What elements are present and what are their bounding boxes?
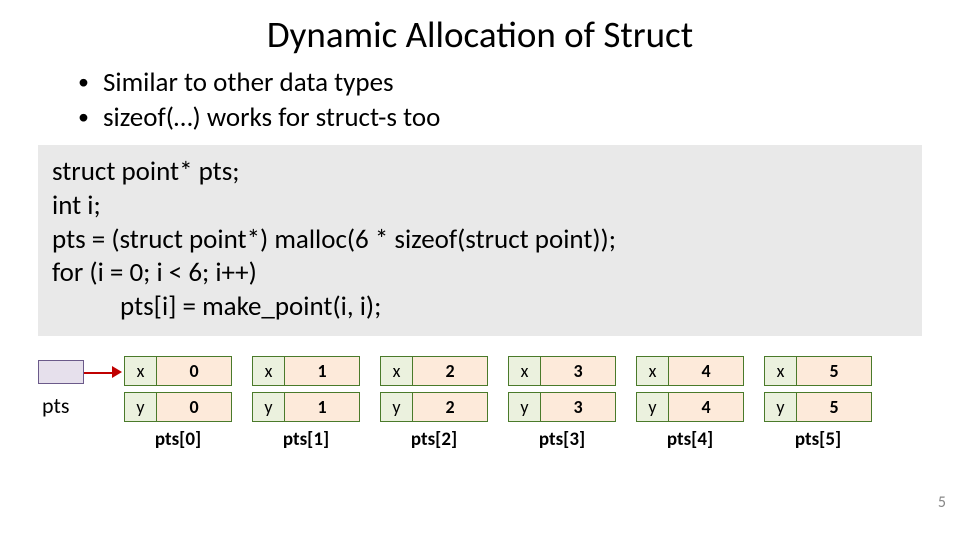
memory-diagram: pts x0 y0 pts[0] x1 y1 pts[1] x2 y2 pts[… bbox=[0, 352, 960, 482]
code-block: struct point* pts; int i; pts = (struct … bbox=[38, 145, 922, 336]
field-label: y bbox=[125, 393, 157, 421]
field-value: 0 bbox=[157, 393, 231, 421]
field-label: y bbox=[765, 393, 797, 421]
field-value: 4 bbox=[669, 357, 743, 385]
field-label: x bbox=[253, 357, 285, 385]
arrow-head-icon bbox=[112, 366, 122, 378]
struct-cell: x0 y0 bbox=[124, 356, 232, 428]
bullet-dot-icon: • bbox=[78, 68, 89, 97]
field-value: 1 bbox=[285, 393, 359, 421]
struct-caption: pts[2] bbox=[380, 428, 488, 451]
code-line: struct point* pts; bbox=[52, 155, 908, 189]
field-value: 0 bbox=[157, 357, 231, 385]
field-label: x bbox=[509, 357, 541, 385]
arrow-icon bbox=[84, 372, 114, 374]
field-label: x bbox=[381, 357, 413, 385]
struct-caption: pts[1] bbox=[252, 428, 360, 451]
bullet-item: • Similar to other data types bbox=[78, 65, 960, 100]
struct-cell: x2 y2 bbox=[380, 356, 488, 428]
field-label: y bbox=[381, 393, 413, 421]
bullet-text: sizeof(…) works for struct-s too bbox=[103, 100, 440, 135]
code-line: int i; bbox=[52, 189, 908, 223]
code-line: for (i = 0; i < 6; i++) bbox=[52, 256, 908, 290]
field-value: 5 bbox=[797, 393, 871, 421]
field-value: 1 bbox=[285, 357, 359, 385]
code-line: pts[i] = make_point(i, i); bbox=[52, 290, 908, 324]
field-label: x bbox=[637, 357, 669, 385]
field-label: y bbox=[253, 393, 285, 421]
bullet-list: • Similar to other data types • sizeof(…… bbox=[0, 65, 960, 135]
struct-caption: pts[0] bbox=[124, 428, 232, 451]
field-value: 3 bbox=[541, 393, 615, 421]
field-value: 2 bbox=[413, 393, 487, 421]
struct-cell: x1 y1 bbox=[252, 356, 360, 428]
bullet-dot-icon: • bbox=[78, 103, 89, 132]
struct-caption: pts[3] bbox=[508, 428, 616, 451]
slide-title: Dynamic Allocation of Struct bbox=[0, 0, 960, 65]
struct-caption: pts[5] bbox=[764, 428, 872, 451]
pointer-label: pts bbox=[42, 392, 69, 419]
struct-cell: x3 y3 bbox=[508, 356, 616, 428]
field-value: 4 bbox=[669, 393, 743, 421]
bullet-item: • sizeof(…) works for struct-s too bbox=[78, 100, 960, 135]
field-value: 5 bbox=[797, 357, 871, 385]
code-line: pts = (struct point*) malloc(6 * sizeof(… bbox=[52, 223, 908, 257]
field-label: y bbox=[637, 393, 669, 421]
struct-cell: x4 y4 bbox=[636, 356, 744, 428]
slide-number: 5 bbox=[938, 493, 946, 512]
field-label: x bbox=[765, 357, 797, 385]
pointer-box bbox=[38, 360, 84, 384]
field-label: x bbox=[125, 357, 157, 385]
field-value: 2 bbox=[413, 357, 487, 385]
field-value: 3 bbox=[541, 357, 615, 385]
struct-caption: pts[4] bbox=[636, 428, 744, 451]
struct-cell: x5 y5 bbox=[764, 356, 872, 428]
field-label: y bbox=[509, 393, 541, 421]
bullet-text: Similar to other data types bbox=[103, 65, 394, 100]
